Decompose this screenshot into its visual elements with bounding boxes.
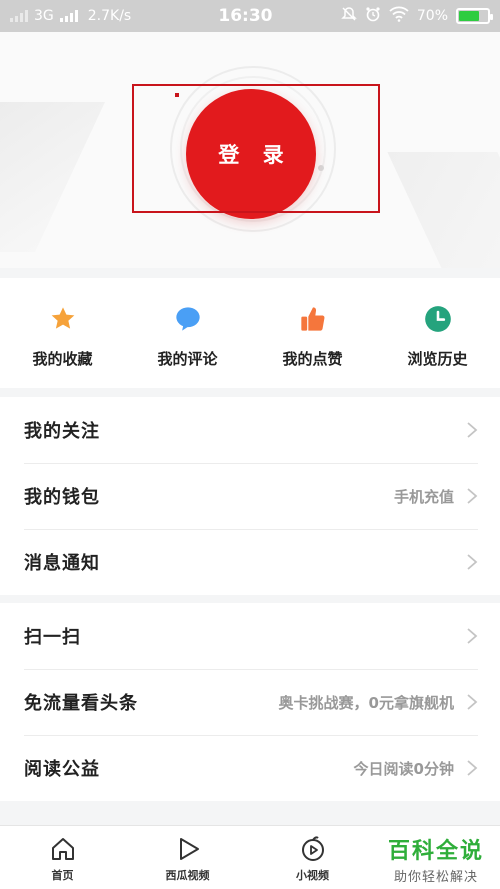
quick-action-label: 我的评论 [157, 350, 218, 368]
nav-item-xigua-video[interactable]: 西瓜视频 [125, 826, 250, 889]
status-right: 70% [341, 6, 493, 26]
status-time: 16:30 [218, 6, 273, 26]
status-bar: 3G 2.7K/s 16:30 70% [0, 0, 500, 32]
battery-icon [456, 8, 493, 24]
chevron-right-icon [466, 421, 478, 439]
watermark-title: 百科全说 [387, 838, 484, 864]
chevron-right-icon [466, 759, 478, 777]
quick-action-favorites[interactable]: 我的收藏 [0, 278, 125, 388]
chevron-right-icon [466, 487, 478, 505]
menu-item-label: 扫一扫 [24, 627, 81, 648]
nav-item-short-video[interactable]: 小视频 [250, 826, 375, 889]
menu-item-free-data[interactable]: 免流量看头条 奥卡挑战赛，0元拿旗舰机 [0, 669, 500, 735]
menu-item-value: 奥卡挑战赛，0元拿旗舰机 [278, 693, 454, 712]
quick-action-likes[interactable]: 我的点赞 [250, 278, 375, 388]
background-decoration-left [0, 102, 105, 252]
menu-item-label: 消息通知 [24, 553, 100, 574]
nav-item-home[interactable]: 首页 [0, 826, 125, 889]
menu-item-value: 手机充值 [393, 487, 454, 506]
menu-item-label: 我的关注 [24, 421, 100, 442]
menu-item-label: 阅读公益 [24, 759, 100, 780]
background-decoration-right [387, 152, 500, 268]
quick-action-label: 我的点赞 [282, 350, 343, 368]
chevron-right-icon [466, 553, 478, 571]
network-type: 3G [34, 8, 54, 24]
clock-icon [423, 304, 453, 334]
menu-item-wallet[interactable]: 我的钱包 手机充值 [0, 463, 500, 529]
menu-item-value: 今日阅读0分钟 [353, 759, 454, 778]
star-icon [48, 304, 78, 334]
short-video-icon [298, 834, 328, 864]
menu-item-following[interactable]: 我的关注 [0, 397, 500, 463]
comment-bubble-icon [173, 304, 203, 334]
quick-action-history[interactable]: 浏览历史 [375, 278, 500, 388]
thumbs-up-icon [298, 304, 328, 334]
nav-label: 首页 [51, 869, 74, 882]
network-speed: 2.7K/s [87, 8, 132, 24]
menu-item-notifications[interactable]: 消息通知 [0, 529, 500, 595]
menu-item-label: 免流量看头条 [24, 693, 138, 714]
nav-label: 小视频 [296, 869, 329, 882]
quick-action-label: 我的收藏 [32, 350, 93, 368]
menu-group-account: 我的关注 我的钱包 手机充值 消息通知 [0, 397, 500, 595]
decor-dot-grey [318, 165, 324, 171]
watermark-logo: 百科全说 助你轻松解决 [372, 828, 500, 889]
home-icon [48, 834, 78, 864]
menu-group-tools: 扫一扫 免流量看头条 奥卡挑战赛，0元拿旗舰机 阅读公益 今日阅读0分钟 [0, 603, 500, 801]
play-icon [173, 834, 203, 864]
login-header: 登 录 [0, 32, 500, 268]
quick-actions-bar: 我的收藏 我的评论 我的点赞 浏览历史 [0, 278, 500, 388]
nav-label: 西瓜视频 [165, 869, 210, 882]
menu-item-reading-charity[interactable]: 阅读公益 今日阅读0分钟 [0, 735, 500, 801]
signal-icon [10, 10, 28, 22]
alarm-icon [365, 6, 381, 26]
quick-action-label: 浏览历史 [407, 350, 468, 368]
chevron-right-icon [466, 627, 478, 645]
signal-strength-icon [59, 10, 78, 22]
menu-item-scan[interactable]: 扫一扫 [0, 603, 500, 669]
decor-dot-red [175, 93, 179, 97]
mute-bell-icon [341, 6, 357, 26]
login-button[interactable]: 登 录 [186, 89, 316, 219]
watermark-subtitle: 助你轻松解决 [393, 869, 478, 885]
menu-item-label: 我的钱包 [24, 487, 100, 508]
chevron-right-icon [466, 693, 478, 711]
wifi-icon [389, 6, 409, 26]
battery-percent: 70% [416, 8, 448, 24]
quick-action-comments[interactable]: 我的评论 [125, 278, 250, 388]
